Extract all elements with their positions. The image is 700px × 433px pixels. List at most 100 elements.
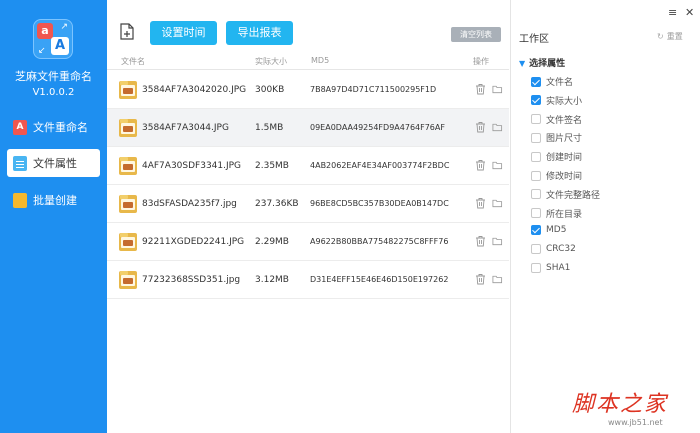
property-checkbox-item[interactable]: 所在目录 xyxy=(531,207,582,220)
property-checkbox-item[interactable]: 文件签名 xyxy=(531,113,582,126)
file-name-cell: 4AF7A30SDF3341.JPG xyxy=(142,161,242,171)
file-size-cell: 2.29MB xyxy=(255,237,289,247)
rename-icon: A xyxy=(13,119,27,135)
md5-cell: 4AB2062EAF4E34AF003774F2BDC xyxy=(310,161,450,170)
trash-icon[interactable] xyxy=(475,83,486,95)
property-label: 修改时间 xyxy=(546,172,583,182)
property-label: 实际大小 xyxy=(546,96,583,107)
property-label: SHA1 xyxy=(546,263,571,273)
trash-icon[interactable] xyxy=(475,235,486,247)
folder-icon[interactable] xyxy=(492,121,503,133)
sidebar: a A ↗ ↙ 芝麻文件重命名 V1.0.0.2 A 文件重命名 文件属性 批量… xyxy=(0,0,107,433)
caret-down-icon: ▼ xyxy=(519,59,526,68)
app-name: 芝麻文件重命名 xyxy=(15,70,92,83)
property-checkbox-item[interactable]: MD5 xyxy=(531,225,567,236)
md5-cell: 7B8A97D4D71C711500295F1D xyxy=(310,85,437,94)
checkbox[interactable] xyxy=(531,132,541,143)
property-label: 文件签名 xyxy=(546,115,583,126)
checkbox[interactable] xyxy=(531,225,541,236)
nav-item-label: 文件重命名 xyxy=(33,121,88,134)
checkbox[interactable] xyxy=(531,114,541,125)
property-label: 图片尺寸 xyxy=(546,134,583,145)
watermark-logo: 脚本之家 xyxy=(572,392,669,417)
file-size-cell: 3.12MB xyxy=(255,275,289,285)
reset-label: 重置 xyxy=(666,32,683,41)
image-file-icon xyxy=(119,271,137,289)
table-row[interactable]: 4AF7A30SDF3341.JPG 2.35MB 4AB2062EAF4E34AF… xyxy=(107,147,509,185)
trash-icon[interactable] xyxy=(475,273,486,285)
folder-icon xyxy=(13,192,27,208)
checkbox[interactable] xyxy=(531,208,541,219)
checkbox[interactable] xyxy=(531,170,541,181)
md5-cell: 96BE8CD5BC357B30DEA0B147DC xyxy=(310,199,449,208)
property-label: 所在目录 xyxy=(546,209,583,220)
property-label: 文件完整路径 xyxy=(546,190,601,201)
property-label: MD5 xyxy=(546,225,567,236)
folder-icon[interactable] xyxy=(492,273,503,285)
clear-list-button[interactable]: 清空列表 xyxy=(451,27,501,42)
checkbox[interactable] xyxy=(531,151,541,162)
app-logo: a A ↗ ↙ xyxy=(33,19,73,59)
folder-icon[interactable] xyxy=(492,83,503,95)
property-checkbox-item[interactable]: 文件完整路径 xyxy=(531,188,600,201)
table-row[interactable]: 3584AF7A3044.JPG 1.5MB 09EA0DAA49254FD9A47… xyxy=(107,109,509,147)
trash-icon[interactable] xyxy=(475,159,486,171)
table-row[interactable]: 77232368SSD351.jpg 3.12MB D31E4EFF15E46E46… xyxy=(107,261,509,299)
table-row[interactable]: 83dSFASDA235f7.jpg 237.36KB 96BE8CD5BC357B… xyxy=(107,185,509,223)
nav-item-rename[interactable]: A 文件重命名 xyxy=(7,113,100,141)
trash-icon[interactable] xyxy=(475,121,486,133)
checkbox[interactable] xyxy=(531,76,541,87)
property-label: CRC32 xyxy=(546,244,576,255)
header-ops: 操作 xyxy=(473,57,489,66)
image-file-icon xyxy=(119,195,137,213)
property-checkbox-item[interactable]: 图片尺寸 xyxy=(531,131,582,144)
nav-item-label: 文件属性 xyxy=(33,157,77,170)
image-file-icon xyxy=(119,81,137,99)
table-row[interactable]: 3584AF7A3042020.JPG 300KB 7B8A97D4D71C7115… xyxy=(107,71,509,109)
property-label: 文件名 xyxy=(546,78,574,88)
property-checkbox-item[interactable]: CRC32 xyxy=(531,244,576,255)
set-time-button[interactable]: 设置时间 xyxy=(150,21,217,45)
folder-icon[interactable] xyxy=(492,235,503,247)
file-name-cell: 77232368SSD351.jpg xyxy=(142,275,241,285)
folder-icon[interactable] xyxy=(492,197,503,209)
table-row[interactable]: 92211XGDED2241.JPG 2.29MB A9622B80BBA77548… xyxy=(107,223,509,261)
property-checkbox-item[interactable]: 文件名 xyxy=(531,75,573,88)
trash-icon[interactable] xyxy=(475,197,486,209)
checkbox[interactable] xyxy=(531,95,541,106)
property-label: 创建时间 xyxy=(546,153,583,164)
property-checkbox-item[interactable]: 修改时间 xyxy=(531,169,582,182)
header-md5: MD5 xyxy=(311,56,330,65)
section-label: 选择属性 xyxy=(529,59,566,69)
property-checkbox-item[interactable]: 创建时间 xyxy=(531,150,582,163)
export-report-button[interactable]: 导出报表 xyxy=(226,21,293,45)
folder-icon[interactable] xyxy=(492,159,503,171)
image-file-icon xyxy=(119,157,137,175)
file-properties-icon xyxy=(13,155,27,171)
select-properties-section[interactable]: ▼ 选择属性 xyxy=(519,56,565,69)
md5-cell: 09EA0DAA49254FD9A4764F76AF xyxy=(310,123,445,132)
property-checkbox-item[interactable]: 实际大小 xyxy=(531,94,582,107)
file-size-cell: 300KB xyxy=(255,85,285,95)
close-icon[interactable]: ✕ xyxy=(685,6,694,19)
file-name-cell: 3584AF7A3042020.JPG xyxy=(142,85,247,95)
nav-item-label: 批量创建 xyxy=(33,194,77,207)
add-file-icon[interactable] xyxy=(120,23,134,40)
refresh-icon: ↻ xyxy=(657,32,664,41)
image-file-icon xyxy=(119,119,137,137)
work-area: ≡ ✕ 工作区 ↻ 重置 ▼ 选择属性 文件名 实际大小 文件签名 图片尺寸 创建时间 修改时… xyxy=(510,0,700,433)
watermark-url: www.jb51.net xyxy=(608,418,663,427)
property-checkbox-item[interactable]: SHA1 xyxy=(531,263,570,273)
nav-item-file-properties[interactable]: 文件属性 xyxy=(7,149,100,177)
file-size-cell: 237.36KB xyxy=(255,199,299,209)
file-size-cell: 2.35MB xyxy=(255,161,289,171)
checkbox[interactable] xyxy=(531,263,541,273)
file-name-cell: 3584AF7A3044.JPG xyxy=(142,123,229,133)
nav-item-batch-create[interactable]: 批量创建 xyxy=(7,186,100,214)
reset-button[interactable]: ↻ 重置 xyxy=(657,31,683,42)
menu-icon[interactable]: ≡ xyxy=(668,6,677,19)
checkbox[interactable] xyxy=(531,244,541,255)
table-header: 文件名 实际大小 MD5 操作 xyxy=(107,52,509,70)
checkbox[interactable] xyxy=(531,189,541,200)
file-size-cell: 1.5MB xyxy=(255,123,284,133)
